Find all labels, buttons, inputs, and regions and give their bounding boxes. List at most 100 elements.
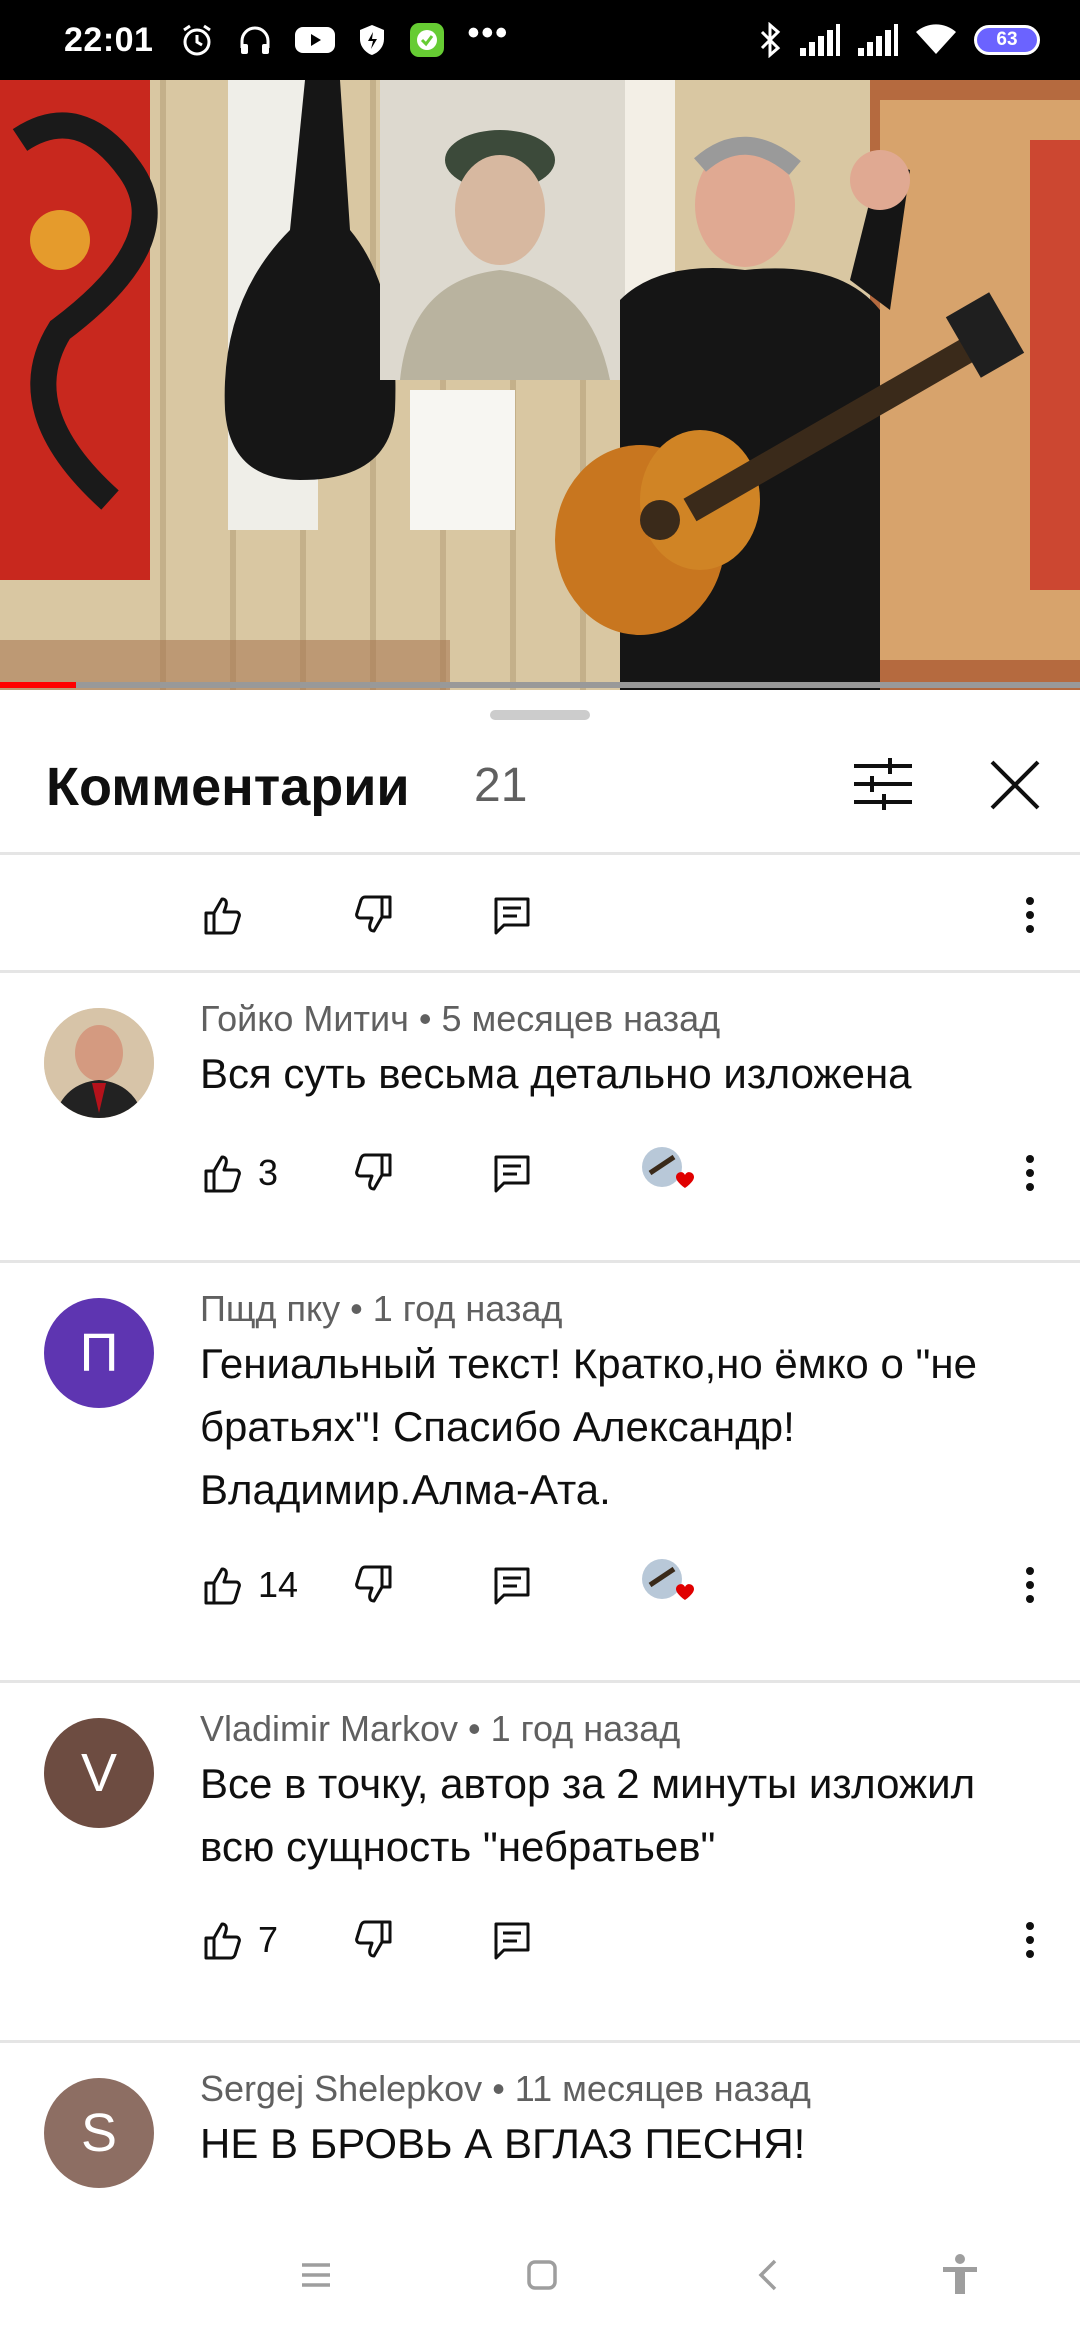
comment-menu-button[interactable]	[1010, 880, 1050, 950]
shield-icon	[357, 23, 387, 57]
comment-item: S Sergej Shelepkov • 11 месяцев назад НЕ…	[0, 2040, 1080, 2210]
comment-author[interactable]: Vladimir Markov	[200, 1708, 458, 1749]
reply-icon	[494, 1155, 530, 1193]
more-vert-icon	[1026, 897, 1034, 933]
thumbs-down-icon	[355, 1920, 392, 1958]
messenger-icon	[409, 22, 445, 58]
dislike-button[interactable]	[352, 1905, 396, 1975]
menu-icon[interactable]	[286, 2245, 346, 2305]
avatar[interactable]: S	[44, 2078, 154, 2188]
thumbs-up-icon	[204, 1922, 241, 1960]
video-progress-track[interactable]	[0, 682, 1080, 688]
video-frame	[0, 80, 1080, 690]
more-vert-icon	[1026, 1567, 1034, 1603]
creator-heart-icon	[640, 1555, 700, 1615]
avatar-letter: V	[80, 1743, 118, 1803]
like-count: 14	[258, 1564, 299, 1605]
youtube-icon	[295, 25, 336, 55]
video-progress-fill	[0, 682, 76, 688]
like-count: 7	[258, 1919, 279, 1960]
bluetooth-icon	[758, 22, 782, 58]
comment-time[interactable]: 1 год назад	[491, 1708, 681, 1749]
accessibility-icon[interactable]	[930, 2245, 990, 2305]
header-divider	[0, 852, 1080, 855]
comment-meta: Vladimir Markov • 1 год назад	[200, 1708, 681, 1749]
close-button[interactable]	[980, 750, 1050, 820]
comment-item: Гойко Митич • 5 месяцев назад Вся суть в…	[0, 970, 1080, 1260]
thumbs-up-icon	[204, 1567, 241, 1605]
comment-meta: Sergej Shelepkov • 11 месяцев назад	[200, 2068, 811, 2109]
comment-item: П Пщд пку • 1 год назад Гениальный текст…	[0, 1260, 1080, 1680]
comment-actions: 14	[0, 1550, 1080, 1620]
like-count: 3	[258, 1152, 279, 1193]
comment-text: Вся суть весьма детально изложена	[200, 1050, 912, 1097]
video-player[interactable]	[0, 80, 1080, 690]
comments-count: 21	[474, 759, 528, 812]
reply-button[interactable]	[490, 1905, 534, 1975]
comment-menu-button[interactable]	[1010, 1138, 1050, 1208]
avatar-letter: П	[79, 1323, 119, 1383]
sliders-icon	[854, 758, 912, 810]
thumbs-up-icon	[204, 897, 241, 935]
avatar[interactable]	[44, 1008, 154, 1118]
reply-icon	[494, 1567, 530, 1605]
reply-icon	[494, 897, 530, 935]
comment-meta: Пщд пку • 1 год назад	[200, 1288, 563, 1329]
comment-actions	[0, 880, 1080, 950]
reply-icon	[494, 1922, 530, 1960]
system-nav-bar	[0, 2210, 1080, 2340]
avatar-photo	[44, 1008, 154, 1118]
battery-indicator: 63	[974, 25, 1040, 55]
comment-actions: 7	[0, 1905, 1080, 1975]
sort-filter-button[interactable]	[850, 754, 916, 814]
comment-text: НЕ В БРОВЬ А ВГЛАЗ ПЕСНЯ!	[200, 2120, 806, 2167]
wifi-icon	[916, 24, 956, 56]
thumbs-down-icon	[355, 895, 392, 933]
dislike-button[interactable]	[352, 880, 396, 950]
thumbs-up-icon	[204, 1155, 241, 1193]
avatar[interactable]: П	[44, 1298, 154, 1408]
alarm-icon	[179, 22, 215, 58]
reply-button[interactable]	[490, 880, 534, 950]
comment-author[interactable]: Гойко Митич	[200, 998, 409, 1039]
avatar[interactable]: V	[44, 1718, 154, 1828]
comment-meta: Гойко Митич • 5 месяцев назад	[200, 998, 721, 1039]
home-icon[interactable]	[512, 2245, 572, 2305]
reply-button[interactable]	[490, 1550, 534, 1620]
more-vert-icon	[1026, 1155, 1034, 1191]
creator-heart-icon	[640, 1143, 700, 1203]
like-button[interactable]: 7	[200, 1905, 278, 1975]
reply-button[interactable]	[490, 1138, 534, 1208]
headphones-icon	[237, 22, 273, 58]
comment-text: Все в точку, автор за 2 минуты изложил в…	[200, 1760, 976, 1870]
signal-icon	[858, 24, 898, 56]
status-time: 22:01	[64, 20, 154, 59]
like-button[interactable]: 3	[200, 1138, 278, 1208]
thumbs-down-icon	[355, 1153, 392, 1191]
comments-header: Комментарии 21	[0, 690, 1080, 855]
comment-author[interactable]: Пщд пку	[200, 1288, 340, 1329]
thumbs-down-icon	[355, 1565, 392, 1603]
signal-icon	[800, 24, 840, 56]
close-icon	[990, 760, 1040, 810]
comment-menu-button[interactable]	[1010, 1550, 1050, 1620]
like-button[interactable]	[200, 880, 244, 950]
avatar-letter: S	[80, 2103, 118, 2163]
comments-title: Комментарии	[46, 757, 410, 817]
comment-text: Гениальный текст! Кратко,но ёмко о "не б…	[200, 1340, 977, 1513]
comment-item: V Vladimir Markov • 1 год назад Все в то…	[0, 1680, 1080, 2040]
back-icon[interactable]	[738, 2245, 798, 2305]
more-vert-icon	[1026, 1922, 1034, 1958]
comment-actions: 3	[0, 1138, 1080, 1208]
more-notifications: •••	[467, 13, 510, 52]
dislike-button[interactable]	[352, 1550, 396, 1620]
comment-time[interactable]: 1 год назад	[373, 1288, 563, 1329]
status-bar: 22:01 ••• 63	[0, 0, 1080, 80]
comments-sheet: Комментарии 21 Гойко Митич • 5 месяцев н…	[0, 690, 1080, 2210]
like-button[interactable]: 14	[200, 1550, 298, 1620]
comment-time[interactable]: 11 месяцев назад	[515, 2068, 811, 2109]
comment-author[interactable]: Sergej Shelepkov	[200, 2068, 482, 2109]
comment-time[interactable]: 5 месяцев назад	[441, 998, 720, 1039]
comment-menu-button[interactable]	[1010, 1905, 1050, 1975]
dislike-button[interactable]	[352, 1138, 396, 1208]
